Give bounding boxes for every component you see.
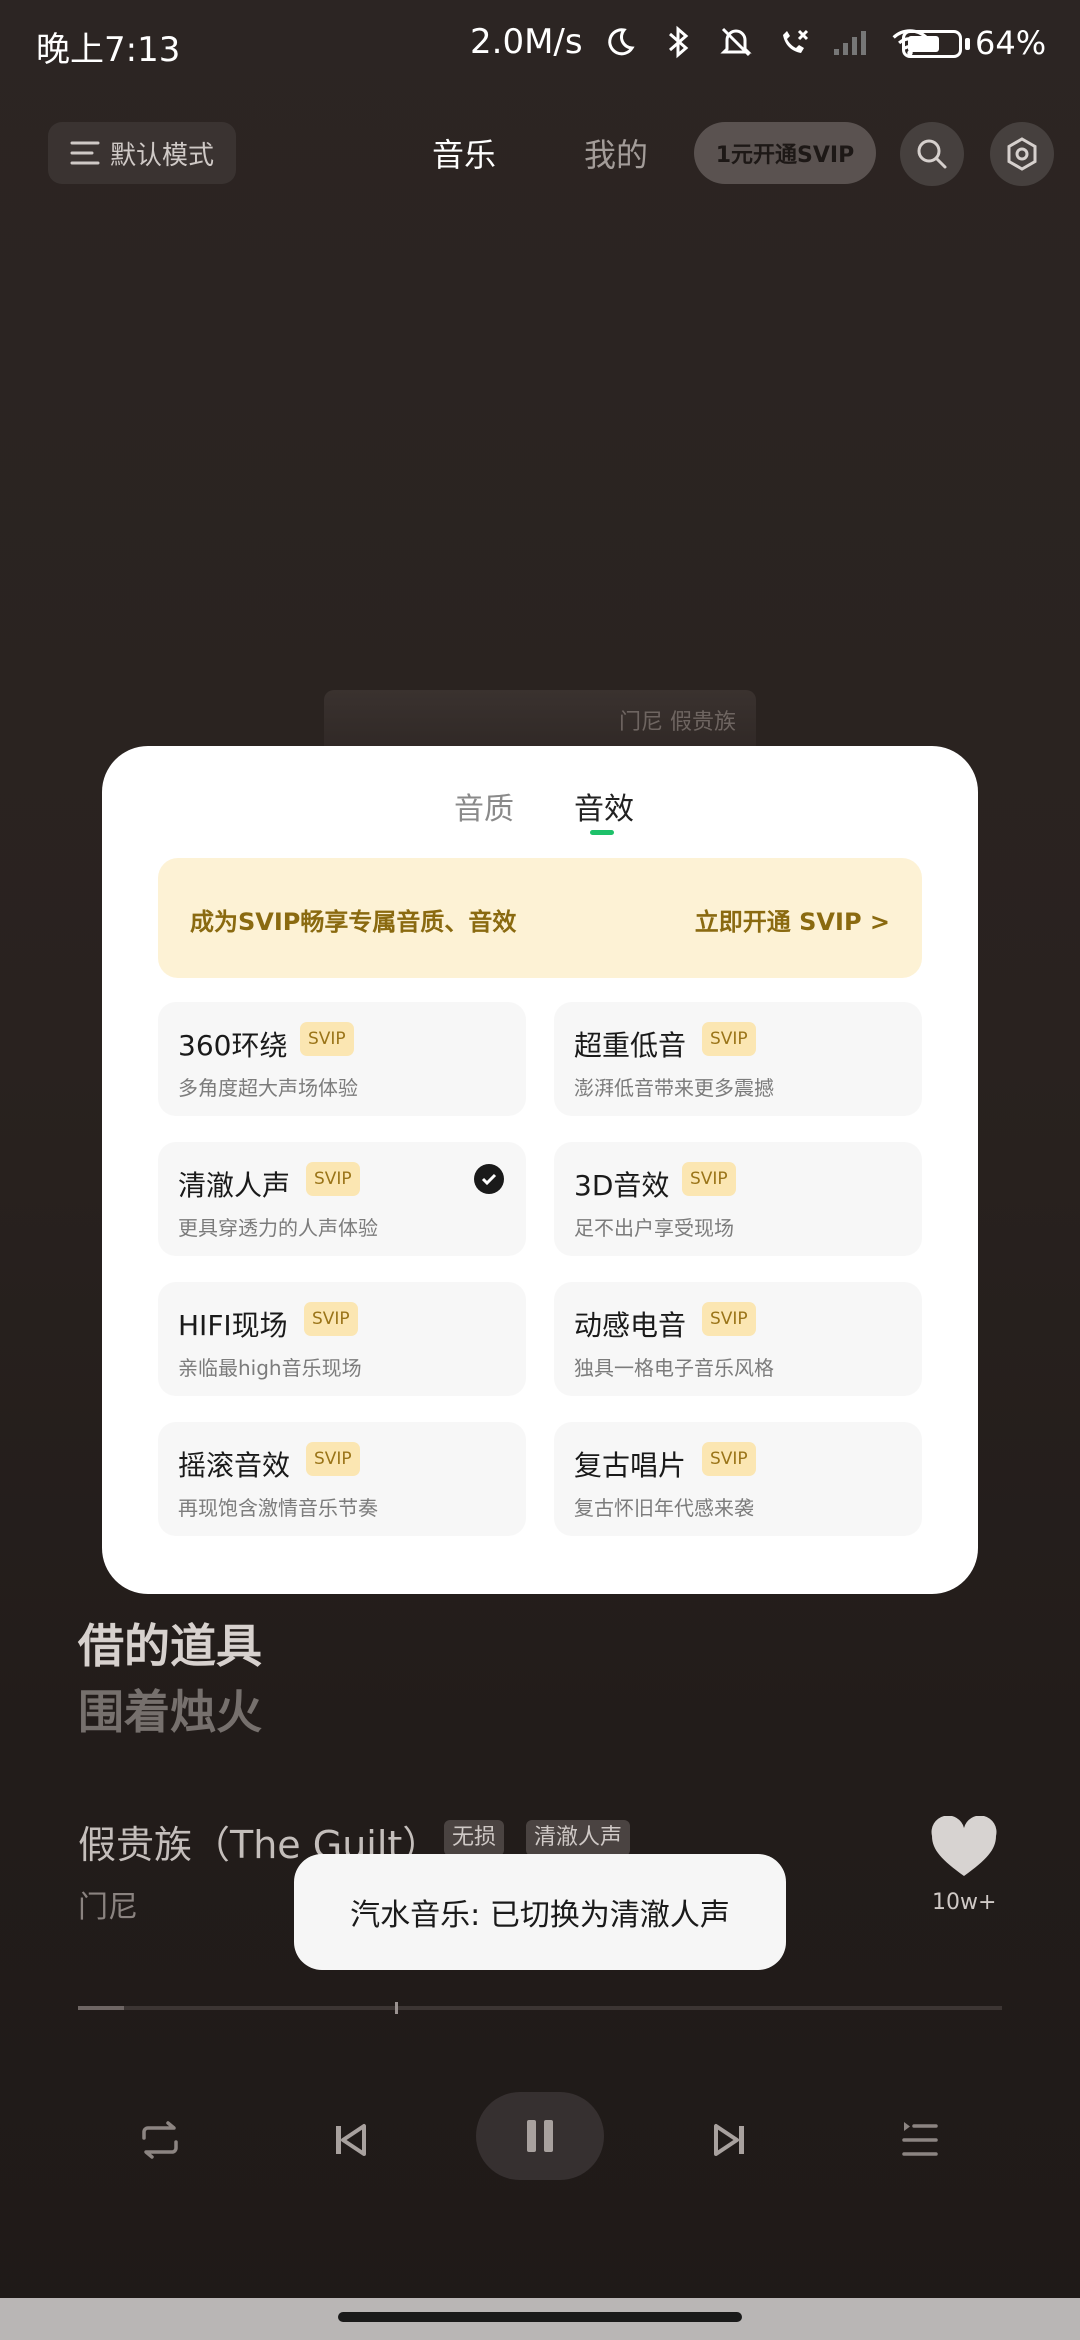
effect-card-vintage-record[interactable]: 复古唱片 SVIP 复古怀旧年代感来袭 [554, 1422, 922, 1536]
next-button[interactable] [700, 2110, 760, 2170]
repeat-icon [142, 2121, 178, 2159]
home-gesture-handle[interactable] [338, 2312, 742, 2322]
album-art-text: 门尼 假贵族 [619, 710, 736, 735]
effect-desc: 亲临最high音乐现场 [178, 1356, 362, 1380]
tab-music[interactable]: 音乐 [432, 130, 496, 176]
signal-icon [832, 22, 872, 62]
network-speed: 2.0M/s [470, 22, 583, 62]
battery-percent: 64% [975, 24, 1047, 62]
effect-name: 360环绕 [178, 1029, 288, 1062]
search-icon [917, 139, 947, 169]
repeat-button[interactable] [130, 2110, 190, 2170]
effect-name: 动感电音 [574, 1309, 687, 1342]
pause-button[interactable] [476, 2092, 604, 2180]
status-icons [600, 22, 930, 62]
effect-name: 摇滚音效 [178, 1449, 291, 1482]
pause-icon [527, 2120, 553, 2152]
effect-card-360-surround[interactable]: 360环绕 SVIP 多角度超大声场体验 [158, 1002, 526, 1116]
call-off-icon [774, 22, 814, 62]
selected-check-icon [474, 1164, 504, 1194]
effect-name: 复古唱片 [574, 1449, 687, 1482]
effect-desc: 更具穿透力的人声体验 [178, 1216, 378, 1240]
moon-icon [600, 22, 640, 62]
settings-button[interactable] [990, 122, 1054, 186]
bluetooth-icon [658, 22, 698, 62]
promo-text: 成为SVIP畅享专属音质、音效 [190, 908, 517, 936]
progress-thumb[interactable] [395, 2002, 398, 2014]
menu-icon [70, 141, 100, 165]
effect-name: HIFI现场 [178, 1309, 288, 1342]
effect-desc: 再现饱含激情音乐节奏 [178, 1496, 378, 1520]
effect-desc: 足不出户享受现场 [574, 1216, 734, 1240]
like-count: 10w+ [932, 1890, 997, 1915]
effect-name: 清澈人声 [178, 1169, 291, 1202]
effect-card-clear-vocal[interactable]: 清澈人声 SVIP 更具穿透力的人声体验 [158, 1142, 526, 1256]
svip-promo-banner[interactable]: 成为SVIP畅享专属音质、音效 立即开通 SVIP > [158, 858, 922, 978]
next-icon [714, 2124, 744, 2156]
svip-badge: SVIP [702, 1302, 756, 1336]
settings-icon [1007, 137, 1037, 171]
mode-label: 默认模式 [110, 140, 215, 171]
effect-card-rock[interactable]: 摇滚音效 SVIP 再现饱含激情音乐节奏 [158, 1422, 526, 1536]
svip-button[interactable]: 1元开通SVIP [694, 122, 876, 184]
previous-button[interactable] [320, 2110, 380, 2170]
lyric-current-line[interactable]: 借的道具 [78, 1610, 262, 1676]
tab-sound-effect[interactable]: 音效 [574, 784, 634, 828]
status-bar: 晚上7:13 2.0M/s 64% [0, 0, 1080, 90]
mute-bell-icon [716, 22, 756, 62]
effect-card-3d[interactable]: 3D音效 SVIP 足不出户享受现场 [554, 1142, 922, 1256]
tab-mine[interactable]: 我的 [584, 130, 648, 176]
progress-played [78, 2006, 125, 2010]
effect-name: 超重低音 [574, 1029, 687, 1062]
svip-badge: SVIP [304, 1302, 358, 1336]
like-button[interactable] [930, 1815, 998, 1882]
effect-desc: 多角度超大声场体验 [178, 1076, 358, 1100]
sound-effect-sheet: 音质 音效 成为SVIP畅享专属音质、音效 立即开通 SVIP > 360环绕 … [102, 746, 978, 1594]
mode-button[interactable]: 默认模式 [48, 122, 236, 184]
svip-badge: SVIP [702, 1022, 756, 1056]
effect-name: 3D音效 [574, 1169, 670, 1202]
svip-badge: SVIP [682, 1162, 736, 1196]
status-time: 晚上7:13 [36, 30, 181, 70]
previous-icon [336, 2124, 366, 2156]
artist-name[interactable]: 门尼 [78, 1882, 138, 1926]
active-tab-indicator [590, 830, 614, 835]
effect-card-heavy-bass[interactable]: 超重低音 SVIP 澎湃低音带来更多震撼 [554, 1002, 922, 1116]
svip-badge: SVIP [702, 1442, 756, 1476]
battery-icon [902, 30, 962, 58]
effect-desc: 复古怀旧年代感来袭 [574, 1496, 754, 1520]
effect-card-hifi-live[interactable]: HIFI现场 SVIP 亲临最high音乐现场 [158, 1282, 526, 1396]
playlist-button[interactable] [890, 2110, 950, 2170]
svip-badge: SVIP [300, 1022, 354, 1056]
lyric-next-line[interactable]: 围着烛火 [78, 1676, 262, 1742]
battery-tip [965, 38, 970, 50]
effect-desc: 澎湃低音带来更多震撼 [574, 1076, 774, 1100]
svip-badge: SVIP [306, 1442, 360, 1476]
open-svip-link[interactable]: 立即开通 SVIP > [695, 902, 890, 937]
progress-bar[interactable] [78, 2002, 1002, 2014]
lossless-tag: 无损 [444, 1820, 505, 1856]
tab-sound-quality[interactable]: 音质 [454, 784, 514, 828]
effect-tag: 清澈人声 [526, 1820, 631, 1856]
effect-card-electronic[interactable]: 动感电音 SVIP 独具一格电子音乐风格 [554, 1282, 922, 1396]
effect-desc: 独具一格电子音乐风格 [574, 1356, 774, 1380]
heart-icon [931, 1815, 997, 1876]
toast-message: 汽水音乐: 已切换为清澈人声 [294, 1854, 786, 1970]
search-button[interactable] [900, 122, 964, 186]
playlist-icon [902, 2122, 938, 2156]
svip-badge: SVIP [306, 1162, 360, 1196]
